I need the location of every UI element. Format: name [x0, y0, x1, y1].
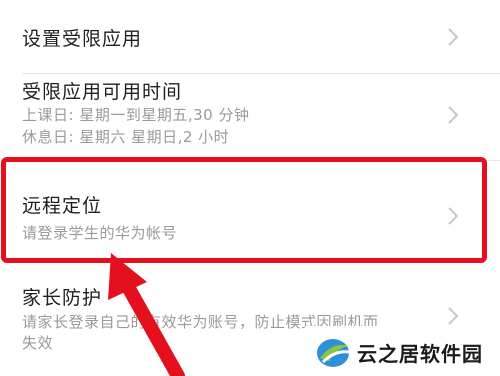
item-subtitle-weekend: 休息日: 星期六 星期日,2 小时 — [22, 128, 230, 146]
item-subtitle-line2: 失效 — [22, 334, 54, 352]
item-restricted-apps[interactable]: 设置受限应用 — [0, 0, 500, 74]
item-title: 家长防护 — [22, 287, 103, 309]
item-title: 受限应用可用时间 — [22, 81, 183, 103]
chevron-right-icon — [448, 307, 459, 325]
highlight-box — [1, 157, 487, 263]
watermark-text: 云之居软件园 — [357, 342, 483, 366]
chevron-right-icon — [448, 106, 459, 124]
watermark: 云之居软件园 — [305, 326, 500, 376]
item-subtitle-weekday: 上课日: 星期一到星期五,30 分钟 — [22, 106, 250, 124]
item-usage-time[interactable]: 受限应用可用时间 上课日: 星期一到星期五,30 分钟 休息日: 星期六 星期日… — [0, 74, 500, 160]
item-title: 设置受限应用 — [22, 28, 143, 50]
chevron-right-icon — [448, 28, 459, 46]
yunzhiju-logo — [317, 339, 350, 367]
